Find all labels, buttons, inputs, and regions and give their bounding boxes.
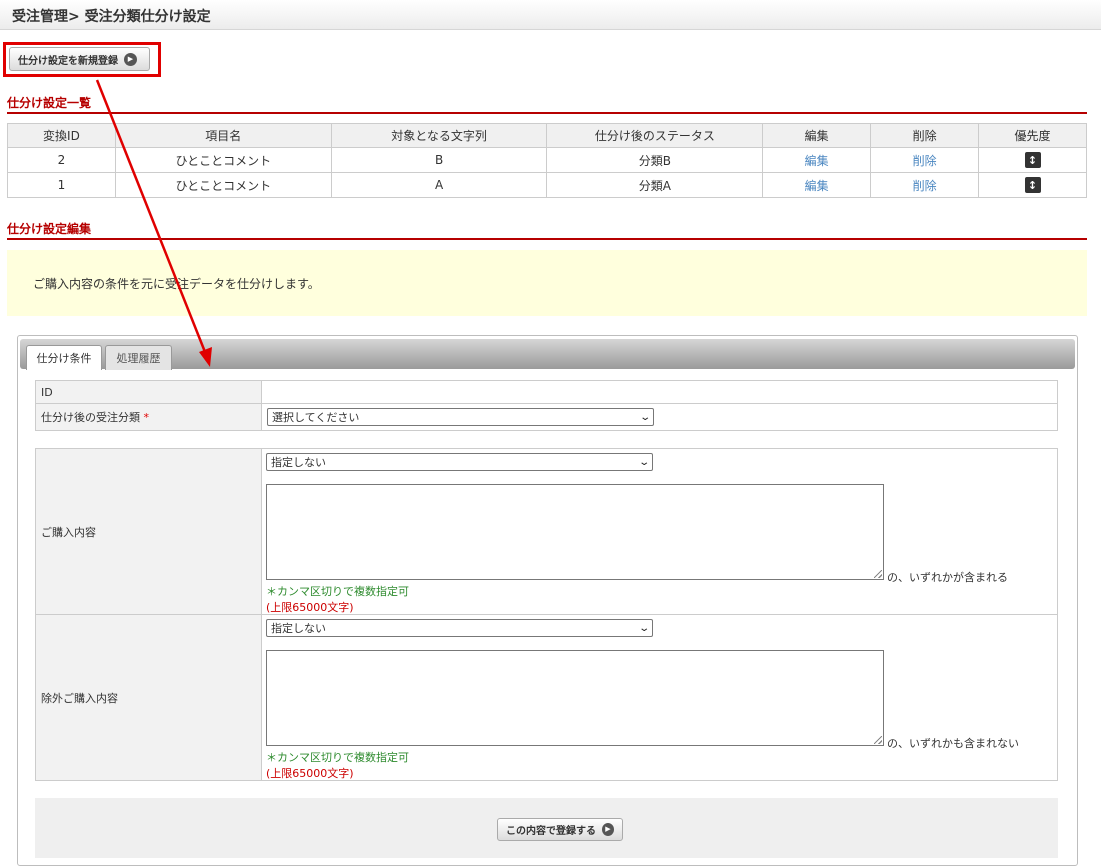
page-header: 受注管理> 受注分類仕分け設定 xyxy=(0,0,1101,30)
page-title: 受注管理> 受注分類仕分け設定 xyxy=(12,9,211,25)
column-header: 対象となる文字列 xyxy=(330,123,548,148)
cell-id: 1 xyxy=(7,172,116,198)
cell-priority: ↕ xyxy=(978,147,1087,173)
column-header: 変換ID xyxy=(7,123,116,148)
cell-item: ひとことコメント xyxy=(114,147,332,173)
form-footer: この内容で登録する ▶ xyxy=(35,798,1058,858)
exclude-notes: ＊カンマ区切りで複数指定可 (上限65000文字) xyxy=(266,749,409,781)
id-value xyxy=(261,380,1058,404)
exclude-match-select[interactable]: 指定しない ⌄ xyxy=(266,619,653,637)
basic-form-table: ID 仕分け後の受注分類 * 選択してください ⌄ xyxy=(35,380,1058,431)
form-row-category: 仕分け後の受注分類 * 選択してください ⌄ xyxy=(35,403,1058,431)
tab-history[interactable]: 処理履歴 xyxy=(105,345,172,370)
edit-link[interactable]: 編集 xyxy=(805,154,829,168)
cell-item: ひとことコメント xyxy=(114,172,332,198)
resize-grip-icon[interactable] xyxy=(874,570,882,578)
sort-handle-icon[interactable]: ↕ xyxy=(1024,177,1041,193)
list-section-title: 仕分け設定一覧 xyxy=(7,92,1087,114)
table-row: 1 ひとことコメント A 分類A 編集 削除 ↕ xyxy=(7,172,1087,198)
submit-button[interactable]: この内容で登録する ▶ xyxy=(497,818,623,841)
tab-conditions[interactable]: 仕分け条件 xyxy=(26,345,102,370)
category-label: 仕分け後の受注分類 xyxy=(41,411,140,424)
tab-bar: 仕分け条件 処理履歴 xyxy=(20,339,1075,370)
cell-priority: ↕ xyxy=(978,172,1087,198)
required-mark: * xyxy=(143,411,150,424)
info-message: ご購入内容の条件を元に受注データを仕分けします。 xyxy=(7,250,1087,316)
chevron-down-icon: ⌄ xyxy=(637,622,650,634)
purchase-notes: ＊カンマ区切りで複数指定可 (上限65000文字) xyxy=(266,583,409,615)
column-header: 編集 xyxy=(762,123,872,148)
info-text: ご購入内容の条件を元に受注データを仕分けします。 xyxy=(33,277,320,291)
purchase-label: ご購入内容 xyxy=(35,448,262,615)
cell-delete: 削除 xyxy=(870,147,980,173)
cell-target: A xyxy=(330,172,548,198)
purchase-cell: 指定しない ⌄ の、いずれかが含まれる ＊カンマ区切りで複数指定可 (上限650… xyxy=(261,448,1058,615)
exclude-suffix: の、いずれかも含まれない xyxy=(887,737,1019,750)
delete-link[interactable]: 削除 xyxy=(913,154,937,168)
new-registration-button[interactable]: 仕分け設定を新規登録 ▶ xyxy=(9,47,150,71)
submit-label: この内容で登録する xyxy=(506,826,596,837)
exclude-limit: (上限65000文字) xyxy=(266,767,354,780)
purchase-match-select[interactable]: 指定しない ⌄ xyxy=(266,453,653,471)
new-registration-label: 仕分け設定を新規登録 xyxy=(18,55,118,67)
purchase-note: ＊カンマ区切りで複数指定可 xyxy=(266,585,409,598)
column-header: 項目名 xyxy=(114,123,332,148)
id-label: ID xyxy=(35,380,262,404)
category-label-cell: 仕分け後の受注分類 * xyxy=(35,403,262,431)
form-row-id: ID xyxy=(35,380,1058,404)
table-row: 2 ひとことコメント B 分類B 編集 削除 ↕ xyxy=(7,147,1087,173)
cell-edit: 編集 xyxy=(762,172,872,198)
column-header: 優先度 xyxy=(978,123,1087,148)
arrow-right-icon: ▶ xyxy=(124,52,137,66)
category-value-cell: 選択してください ⌄ xyxy=(261,403,1058,431)
form-row-exclude: 除外ご購入内容 指定しない ⌄ の、いずれかも含まれない ＊カンマ区切りで複数指… xyxy=(35,614,1058,781)
exclude-label: 除外ご購入内容 xyxy=(35,614,262,781)
settings-table: 変換ID 項目名 対象となる文字列 仕分け後のステータス 編集 削除 優先度 2… xyxy=(7,123,1087,198)
arrow-right-icon: ▶ xyxy=(602,823,614,836)
form-row-purchase: ご購入内容 指定しない ⌄ の、いずれかが含まれる ＊カンマ区切りで複数指定可 … xyxy=(35,448,1058,615)
resize-grip-icon[interactable] xyxy=(874,736,882,744)
cell-target: B xyxy=(330,147,548,173)
edit-section-title: 仕分け設定編集 xyxy=(7,218,1087,240)
cell-status: 分類B xyxy=(546,147,764,173)
category-select-value: 選択してください xyxy=(272,411,360,424)
exclude-match-value: 指定しない xyxy=(271,622,326,635)
column-header: 削除 xyxy=(870,123,980,148)
conditions-form-table: ご購入内容 指定しない ⌄ の、いずれかが含まれる ＊カンマ区切りで複数指定可 … xyxy=(35,448,1058,781)
purchase-match-value: 指定しない xyxy=(271,456,326,469)
column-header: 仕分け後のステータス xyxy=(546,123,764,148)
exclude-cell-content: 指定しない ⌄ の、いずれかも含まれない ＊カンマ区切りで複数指定可 (上限65… xyxy=(262,615,1057,780)
table-header-row: 変換ID 項目名 対象となる文字列 仕分け後のステータス 編集 削除 優先度 xyxy=(7,123,1087,148)
exclude-textarea[interactable] xyxy=(266,650,884,746)
delete-link[interactable]: 削除 xyxy=(913,179,937,193)
category-select[interactable]: 選択してください ⌄ xyxy=(267,408,654,426)
cell-delete: 削除 xyxy=(870,172,980,198)
purchase-textarea[interactable] xyxy=(266,484,884,580)
cell-edit: 編集 xyxy=(762,147,872,173)
chevron-down-icon: ⌄ xyxy=(637,456,650,468)
edit-link[interactable]: 編集 xyxy=(805,179,829,193)
chevron-down-icon: ⌄ xyxy=(638,411,651,423)
purchase-suffix: の、いずれかが含まれる xyxy=(887,571,1008,584)
cell-id: 2 xyxy=(7,147,116,173)
exclude-note: ＊カンマ区切りで複数指定可 xyxy=(266,751,409,764)
sort-handle-icon[interactable]: ↕ xyxy=(1024,152,1041,168)
purchase-cell-content: 指定しない ⌄ の、いずれかが含まれる ＊カンマ区切りで複数指定可 (上限650… xyxy=(262,449,1057,614)
edit-panel: 仕分け条件 処理履歴 ID 仕分け後の受注分類 * 選択してください ⌄ ご購入… xyxy=(17,335,1078,866)
cell-status: 分類A xyxy=(546,172,764,198)
exclude-cell: 指定しない ⌄ の、いずれかも含まれない ＊カンマ区切りで複数指定可 (上限65… xyxy=(261,614,1058,781)
purchase-limit: (上限65000文字) xyxy=(266,601,354,614)
